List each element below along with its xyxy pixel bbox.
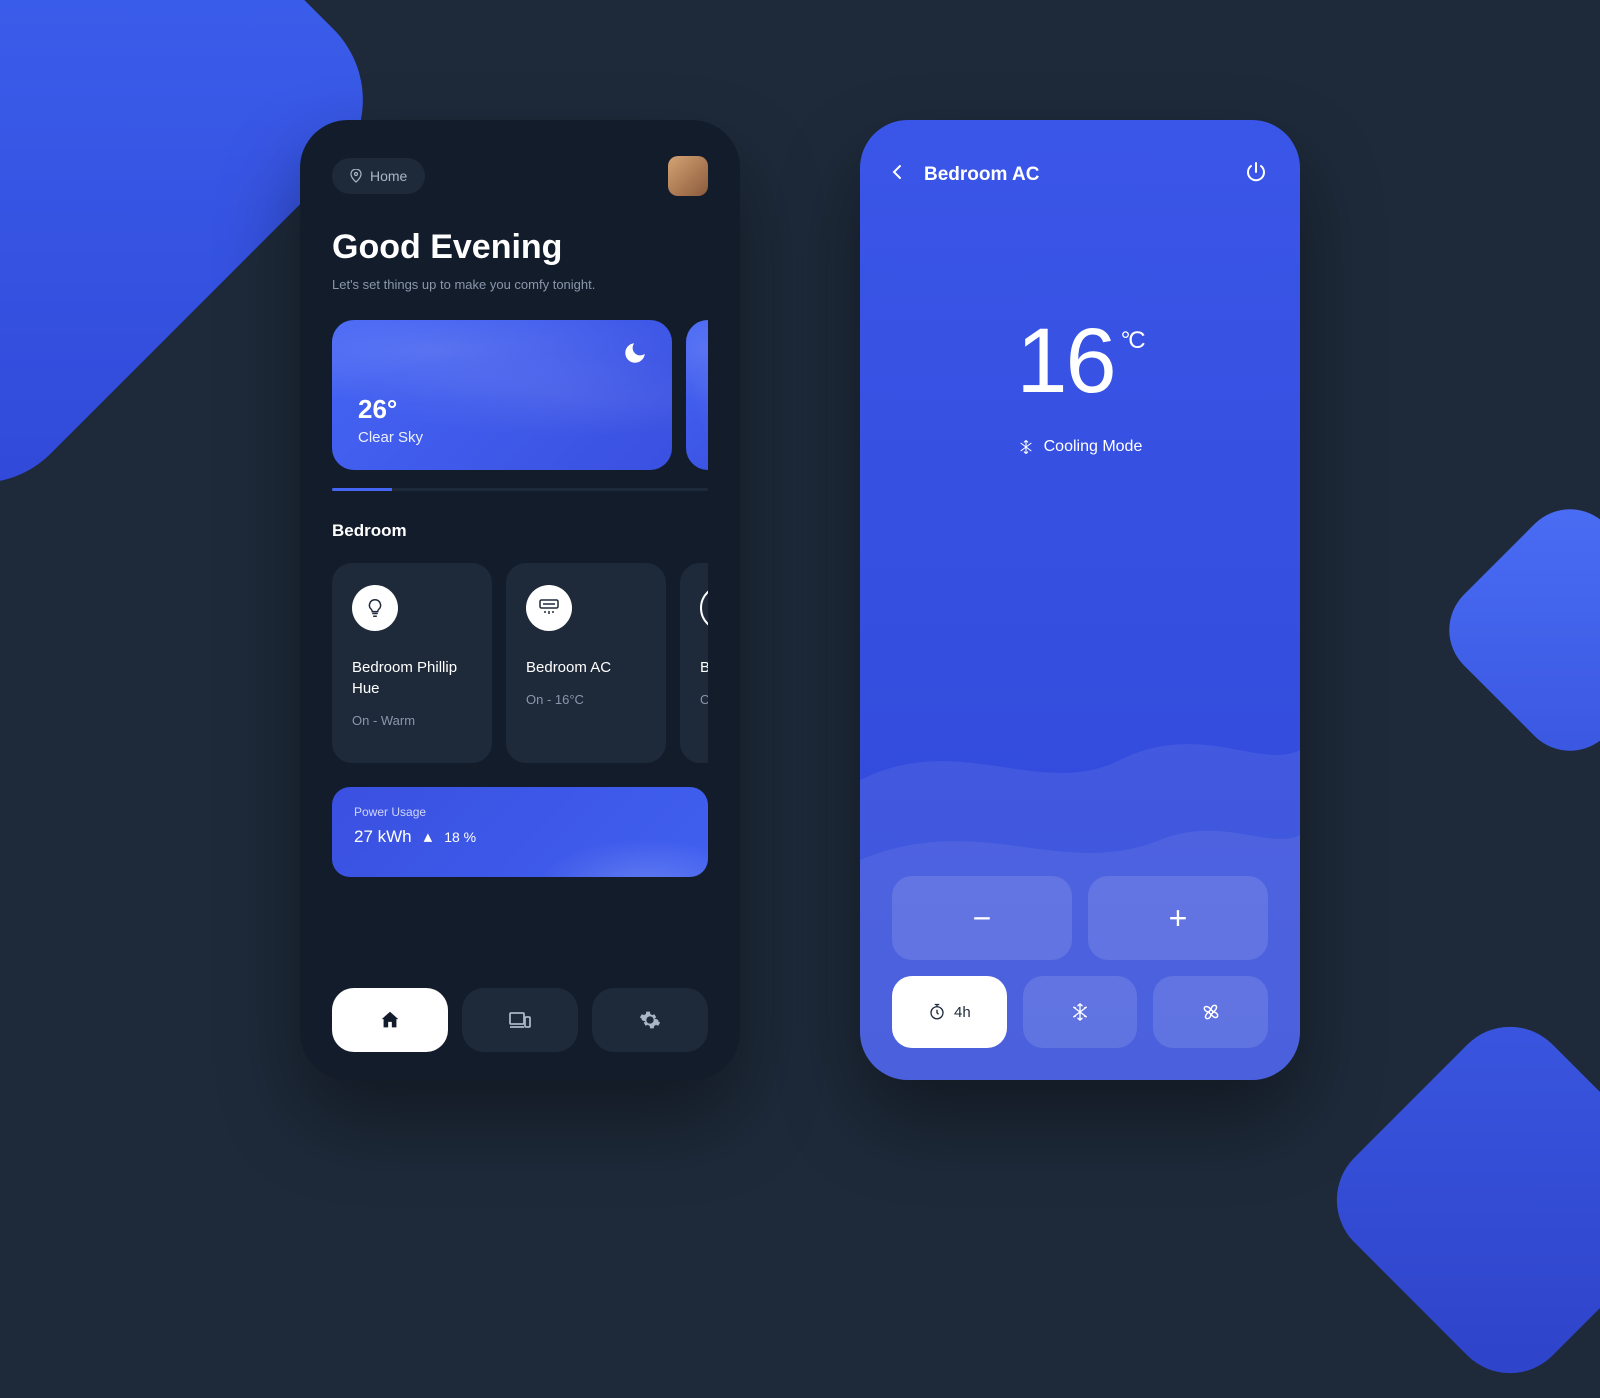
fan-icon [1200, 1001, 1222, 1023]
timer-label: 4h [954, 1004, 971, 1021]
power-usage-card[interactable]: Power Usage 27 kWh ▴ 18 % [332, 787, 708, 877]
ac-screen-title: Bedroom AC [924, 164, 1039, 186]
greeting-subtitle: Let's set things up to make you comfy to… [332, 277, 708, 292]
trend-up-icon: ▴ [424, 827, 433, 847]
snowflake-icon [1070, 1002, 1090, 1022]
device-card-peek[interactable]: Bedroom Lamp Off [680, 563, 708, 763]
power-toggle-button[interactable] [1244, 160, 1268, 189]
ac-control-screen: Bedroom AC 16 °C Cooling Mode − + [860, 120, 1300, 1080]
snowflake-icon [1018, 439, 1034, 455]
timer-icon [928, 1003, 946, 1021]
weather-card-next[interactable] [686, 320, 708, 470]
timer-mode-button[interactable]: 4h [892, 976, 1007, 1048]
back-button[interactable] [892, 164, 902, 185]
temp-increase-button[interactable]: + [1088, 876, 1268, 960]
gear-icon [639, 1009, 661, 1031]
weather-card[interactable]: 26° Clear Sky [332, 320, 672, 470]
ac-temp-value: 16 [1016, 309, 1114, 414]
device-status: On - 16°C [526, 692, 646, 707]
power-trend: 18 % [444, 829, 476, 845]
weather-condition: Clear Sky [358, 429, 646, 446]
nav-home-button[interactable] [332, 988, 448, 1052]
ac-temperature-display: 16 °C [1016, 309, 1143, 414]
device-name: Bedroom Phillip Hue [352, 657, 472, 699]
chevron-left-icon [892, 164, 902, 180]
dashboard-screen: Home Good Evening Let's set things up to… [300, 120, 740, 1080]
device-icon [700, 585, 708, 631]
bg-decoration [1429, 489, 1600, 772]
ac-unit-icon [526, 585, 572, 631]
devices-icon [508, 1010, 532, 1030]
power-label: Power Usage [354, 805, 686, 819]
page-indicator [332, 488, 708, 491]
lightbulb-icon [352, 585, 398, 631]
avatar[interactable] [668, 156, 708, 196]
location-label: Home [370, 168, 407, 184]
device-name: Bedroom AC [526, 657, 646, 678]
plus-icon: + [1169, 900, 1188, 937]
temp-decrease-button[interactable]: − [892, 876, 1072, 960]
location-pin-icon [350, 169, 362, 183]
moon-icon [622, 340, 648, 366]
device-card-ac[interactable]: Bedroom AC On - 16°C [506, 563, 666, 763]
fan-mode-button[interactable] [1153, 976, 1268, 1048]
nav-settings-button[interactable] [592, 988, 708, 1052]
ac-mode-label: Cooling Mode [1044, 438, 1143, 456]
greeting-title: Good Evening [332, 228, 708, 267]
room-section-title: Bedroom [332, 521, 708, 541]
minus-icon: − [973, 900, 992, 937]
device-card-light[interactable]: Bedroom Phillip Hue On - Warm [332, 563, 492, 763]
device-name: Bedroom Lamp [700, 657, 708, 678]
nav-devices-button[interactable] [462, 988, 578, 1052]
device-status: On - Warm [352, 713, 472, 728]
location-selector[interactable]: Home [332, 158, 425, 194]
power-value: 27 kWh [354, 827, 412, 847]
weather-temp: 26° [358, 394, 646, 425]
ac-temp-unit: °C [1121, 327, 1144, 355]
home-icon [379, 1009, 401, 1031]
power-icon [1244, 160, 1268, 184]
device-status: Off [700, 692, 708, 707]
cooling-mode-button[interactable] [1023, 976, 1138, 1048]
